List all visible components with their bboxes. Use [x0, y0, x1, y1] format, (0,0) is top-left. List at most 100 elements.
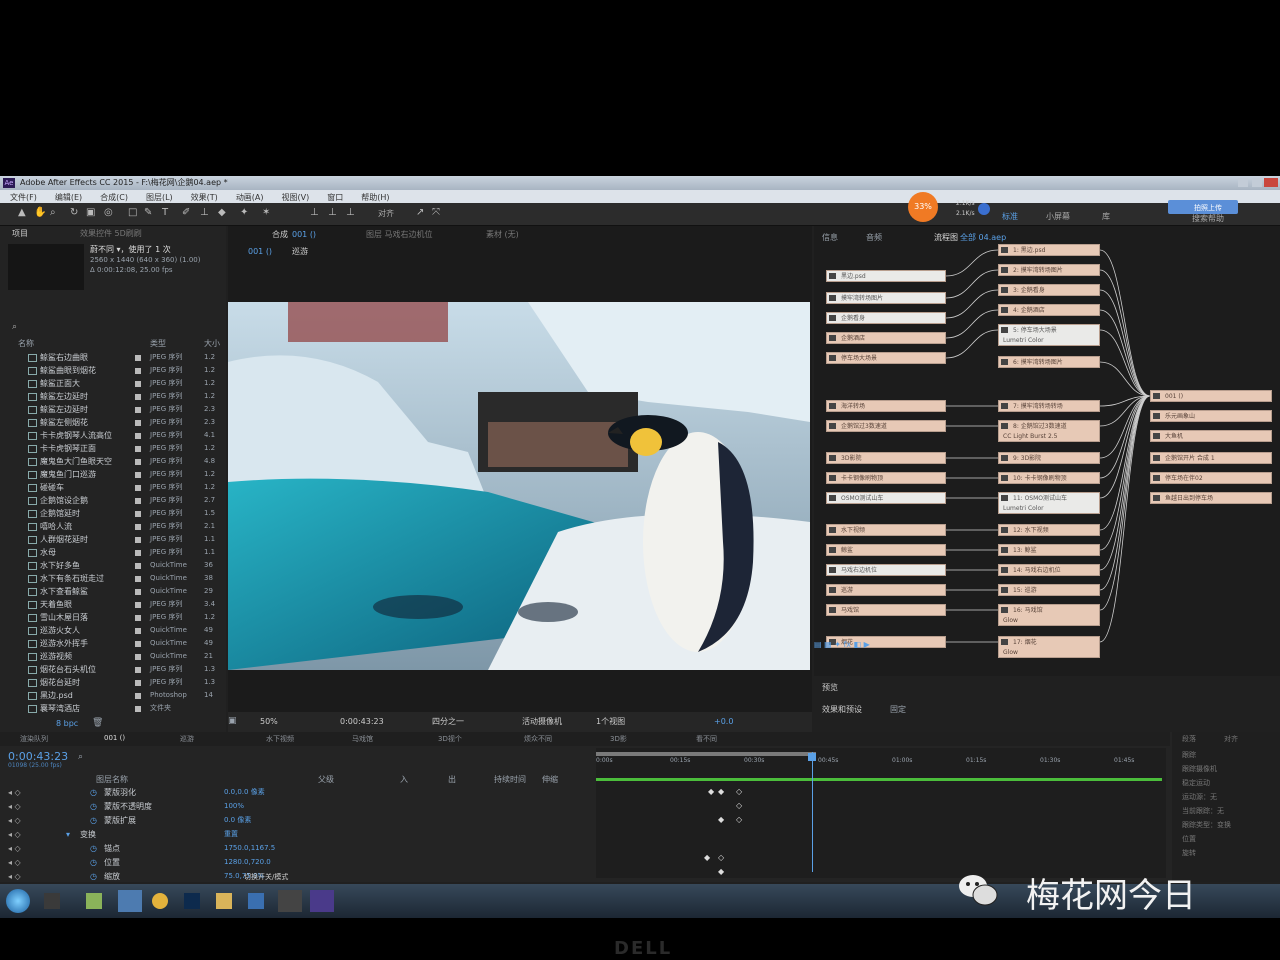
- search-icon[interactable]: ⌕: [12, 322, 17, 332]
- project-item[interactable]: 巡游火女人 QuickTime 49: [0, 625, 226, 638]
- breadcrumb-layer[interactable]: 巡游: [292, 248, 308, 256]
- menu-item[interactable]: 效果(T): [191, 193, 218, 202]
- flow-layer-node[interactable]: 5: 停车场大场景 Lumetri Color: [998, 324, 1100, 346]
- project-item[interactable]: 企鹅馆延时 JPEG 序列 1.5: [0, 508, 226, 521]
- menu-item[interactable]: 文件(F): [10, 193, 37, 202]
- timeline-tab[interactable]: 3D视个: [438, 734, 462, 744]
- axis-world-icon[interactable]: ⊥: [328, 208, 338, 218]
- tracker-panel-item[interactable]: 旋转: [1182, 850, 1196, 857]
- layer-property-row[interactable]: ◂ ◇ ◷ 位置 1280.0,720.0: [0, 858, 590, 870]
- timecode-display[interactable]: 0:00:43:23: [340, 718, 384, 726]
- pen-tool-icon[interactable]: ✎: [144, 208, 154, 218]
- camera-tool-icon[interactable]: ▣: [86, 208, 96, 218]
- timeline-tab[interactable]: 水下视频: [266, 734, 294, 744]
- flow-layer-node[interactable]: 17: 烟花 Glow: [998, 636, 1100, 658]
- keyframe[interactable]: ◇: [736, 816, 742, 824]
- expand-icon[interactable]: ⤧: [432, 208, 442, 218]
- rect-tool-icon[interactable]: □: [128, 208, 138, 218]
- stamp-tool-icon[interactable]: ⊥: [200, 208, 210, 218]
- pan-tool-icon[interactable]: ◎: [104, 208, 114, 218]
- project-item[interactable]: 襄琴湾酒店 文件夹: [0, 703, 226, 716]
- flow-layer-node[interactable]: 4: 企鹅酒店: [998, 304, 1100, 316]
- flow-source-node[interactable]: 企鹅馆过3数速道: [826, 420, 946, 432]
- workspace-small[interactable]: 小屏幕: [1046, 213, 1070, 221]
- flow-layer-node[interactable]: 6: 摸牢湾转场图片: [998, 356, 1100, 368]
- flow-source-node[interactable]: 黑边.psd: [826, 270, 946, 282]
- menu-item[interactable]: 编辑(E): [55, 193, 82, 202]
- flow-source-node[interactable]: OSMO测试山车: [826, 492, 946, 504]
- col-duration[interactable]: 持续时间: [494, 776, 526, 784]
- project-item[interactable]: 水下好多鱼 QuickTime 36: [0, 560, 226, 573]
- project-item[interactable]: 巡游水外挥手 QuickTime 49: [0, 638, 226, 651]
- keyframe-nav-icon[interactable]: ◂ ◇: [8, 803, 21, 811]
- playhead[interactable]: [812, 752, 813, 872]
- exposure-value[interactable]: +0.0: [714, 718, 733, 726]
- snapshot-icon[interactable]: ▣: [228, 716, 237, 726]
- flow-layer-node[interactable]: 14: 马戏右边机位: [998, 564, 1100, 576]
- column-size[interactable]: 大小: [204, 340, 220, 348]
- flow-source-node[interactable]: 摸牢湾转场图片: [826, 292, 946, 304]
- flow-source-node[interactable]: 马戏馆: [826, 604, 946, 616]
- flow-comp-node[interactable]: 001 (): [1150, 390, 1272, 402]
- project-item[interactable]: 巡游视频 QuickTime 21: [0, 651, 226, 664]
- flow-layer-node[interactable]: 10: 卡卡钢像刷物顶: [998, 472, 1100, 484]
- project-item[interactable]: 烟花台延时 JPEG 序列 1.3: [0, 677, 226, 690]
- stopwatch-icon[interactable]: ▾: [66, 831, 70, 839]
- menu-item[interactable]: 视图(V): [282, 193, 310, 202]
- taskbar-app-icon[interactable]: [278, 890, 302, 912]
- menu-item[interactable]: 帮助(H): [361, 193, 389, 202]
- stopwatch-icon[interactable]: ◷: [90, 873, 97, 881]
- keyframe-nav-icon[interactable]: ◂ ◇: [8, 789, 21, 797]
- keyframe[interactable]: ◇: [736, 802, 742, 810]
- maximize-button[interactable]: [1252, 178, 1262, 187]
- flow-source-node[interactable]: 卡卡钢像刷物顶: [826, 472, 946, 484]
- menu-item[interactable]: 窗口: [327, 193, 343, 202]
- col-parent[interactable]: 父级: [318, 776, 334, 784]
- fixed-tab[interactable]: 固定: [890, 706, 906, 714]
- hand-tool-icon[interactable]: ✋: [34, 208, 46, 218]
- taskbar-app-icon[interactable]: [86, 893, 102, 909]
- timeline-tab[interactable]: 3D影: [610, 734, 627, 744]
- project-item[interactable]: 鲸鲨左边延时 JPEG 序列 2.3: [0, 404, 226, 417]
- stopwatch-icon[interactable]: ◷: [90, 817, 97, 825]
- flow-layer-node[interactable]: 16: 马戏馆 Glow: [998, 604, 1100, 626]
- comp-tab-name[interactable]: 001 (): [292, 231, 316, 239]
- brush-tool-icon[interactable]: ✐: [182, 208, 192, 218]
- project-item[interactable]: 雪山木屋日落 JPEG 序列 1.2: [0, 612, 226, 625]
- timeline-tab[interactable]: 马戏馆: [352, 734, 373, 744]
- tracker-panel-item[interactable]: 跟踪摄像机: [1182, 766, 1217, 773]
- project-item[interactable]: 企鹅馆设企鹅 JPEG 序列 2.7: [0, 495, 226, 508]
- property-value[interactable]: 1750.0,1167.5: [224, 845, 275, 852]
- keyframe-nav-icon[interactable]: ◂ ◇: [8, 845, 21, 853]
- keyframe[interactable]: ◆: [718, 788, 724, 796]
- views-select[interactable]: 1个视图: [596, 718, 625, 726]
- eraser-tool-icon[interactable]: ◆: [218, 208, 228, 218]
- taskbar-app-icon[interactable]: [118, 890, 142, 912]
- snap-icon[interactable]: ↗: [416, 208, 426, 218]
- menu-item[interactable]: 动画(A): [236, 193, 264, 202]
- property-value[interactable]: 100%: [224, 803, 244, 810]
- flow-source-node[interactable]: 马戏右边机位: [826, 564, 946, 576]
- timeline-tab[interactable]: 渲染队列: [20, 734, 48, 744]
- align-label[interactable]: 对齐: [378, 210, 394, 218]
- project-item[interactable]: 魔鬼鱼大门鱼眼天空 JPEG 序列 4.8: [0, 456, 226, 469]
- workspace-standard[interactable]: 标准: [1002, 213, 1018, 221]
- project-item[interactable]: 嘻哈人流 JPEG 序列 2.1: [0, 521, 226, 534]
- flow-source-node[interactable]: 巡游: [826, 584, 946, 596]
- flow-comp-node[interactable]: 大鱼机: [1150, 430, 1272, 442]
- flow-source-node[interactable]: 企鹅看身: [826, 312, 946, 324]
- layer-property-row[interactable]: ◂ ◇ ◷ 缩放 75.0,75.0%: [0, 872, 590, 884]
- project-item[interactable]: 碰碰车 JPEG 序列 1.2: [0, 482, 226, 495]
- project-title[interactable]: 项目: [12, 230, 28, 238]
- flow-layer-node[interactable]: 3: 企鹅看身: [998, 284, 1100, 296]
- effects-presets-title[interactable]: 效果和预设: [822, 706, 862, 714]
- timeline-search-icon[interactable]: ⌕: [78, 752, 83, 762]
- project-item[interactable]: 卡卡虎钢琴人流高位 JPEG 序列 4.1: [0, 430, 226, 443]
- tracker-panel-item[interactable]: 段落: [1182, 736, 1196, 743]
- layer-duration-bar[interactable]: [596, 778, 1162, 781]
- project-item[interactable]: 水下查看鲸鲨 QuickTime 29: [0, 586, 226, 599]
- tracker-panel-item[interactable]: 对齐: [1224, 736, 1238, 743]
- speed-widget[interactable]: 33%: [908, 192, 938, 222]
- tracker-panel-item[interactable]: 位置: [1182, 836, 1196, 843]
- property-value[interactable]: 1280.0,720.0: [224, 859, 271, 866]
